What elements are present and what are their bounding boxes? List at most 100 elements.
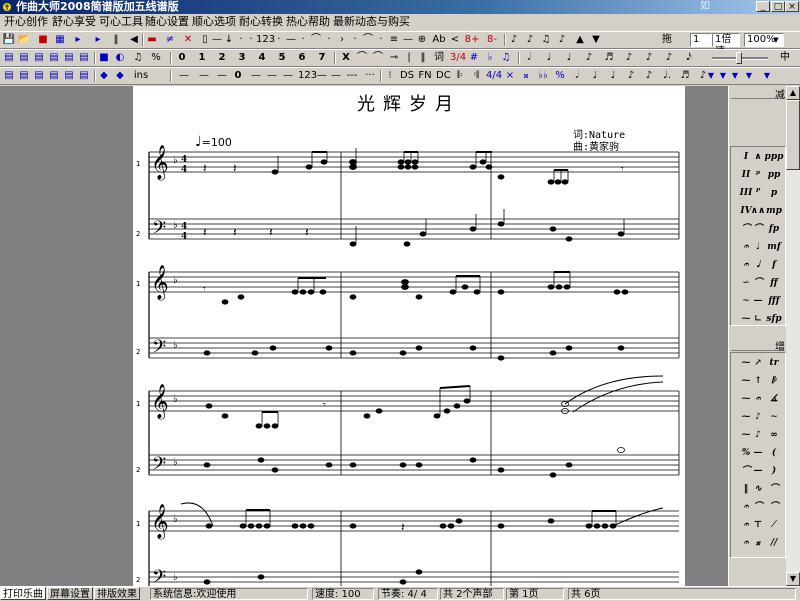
score-page[interactable]: 光辉岁月 词:Nature 曲:黄家驹 ♩=100 𝄞 𝄢 𝄞 𝄢 𝄞 𝄢 𝄞 … [133, 86, 685, 586]
rest-block-icon[interactable]: ■ [98, 51, 110, 65]
x-button[interactable]: X [340, 51, 352, 65]
key-ab-icon[interactable]: Ab [432, 33, 446, 47]
tab-print-score[interactable]: 打印乐曲 [0, 587, 46, 600]
speed-unit-field[interactable]: 1倍速 [712, 33, 740, 57]
menu-convert[interactable]: 耐心转换 [239, 14, 283, 30]
palette-header-increase[interactable]: 增 [731, 338, 785, 353]
palette-header-decrease[interactable]: 减 [731, 86, 785, 101]
menu-enjoy[interactable]: 舒心享受 [52, 14, 96, 30]
save-icon[interactable]: 💾 [2, 33, 16, 47]
note-icon-2[interactable]: ♪ [524, 33, 536, 47]
move-right-icon[interactable]: ◆ [114, 69, 126, 83]
dash-button-2[interactable]: — [198, 69, 210, 83]
palette-ppp[interactable]: ppp [761, 149, 787, 165]
sixteenth-note-button-b[interactable]: ♬ [678, 69, 692, 83]
thirtysecond-note-button[interactable]: 𝅘𝅥𝅯 [682, 51, 696, 65]
play-icon[interactable]: ▸ [72, 33, 84, 47]
percent-icon[interactable]: % [150, 51, 162, 65]
delete-icon[interactable]: ✕ [182, 33, 194, 47]
beam-note-icon[interactable]: ♫ [540, 33, 552, 47]
half-note-button-b[interactable]: 𝅗𝅥 [570, 69, 584, 83]
numbers-button[interactable]: 123 [298, 69, 317, 83]
slur-button[interactable]: ⌒ [372, 51, 384, 65]
volume-slider-thumb[interactable] [736, 52, 742, 64]
time-sig-button[interactable]: 3/4 [450, 51, 466, 65]
repeat-end-button[interactable]: 𝄇 [470, 69, 482, 83]
numbers-icon[interactable]: 123 [256, 33, 275, 47]
long-dash-icon[interactable]: — [402, 33, 414, 47]
note-icon-3[interactable]: ♪ [556, 33, 568, 47]
menu-create[interactable]: 开心创作 [4, 14, 48, 30]
beam-icon[interactable]: ♫ [132, 51, 144, 65]
pitch-down-icon[interactable]: ▼ [590, 33, 602, 47]
layout-icon-6[interactable]: ▤ [77, 51, 91, 65]
dots-button[interactable]: ··· [362, 69, 378, 83]
layout-icon-12[interactable]: ▤ [77, 69, 91, 83]
dot-icon-3[interactable]: · [274, 33, 284, 47]
layout-icon-11[interactable]: ▤ [62, 69, 76, 83]
palette-mp[interactable]: mp [761, 203, 787, 219]
palette-fff[interactable]: fff [761, 293, 787, 309]
dash-button-7[interactable]: — [316, 69, 328, 83]
layout-icon-7[interactable]: ▤ [2, 69, 16, 83]
minimize-button[interactable]: _ [756, 1, 770, 12]
rest-zero-button[interactable]: 0 [232, 69, 244, 83]
grace-button[interactable]: ⊸ [388, 51, 400, 65]
dot-icon-4[interactable]: · [298, 33, 308, 47]
pitch-up-icon[interactable]: ▲ [574, 33, 586, 47]
palette-b-2[interactable]: tr [761, 355, 787, 371]
move-left-icon[interactable]: ◆ [98, 69, 110, 83]
zoom-dropdown-icon[interactable]: ▼ [770, 33, 782, 47]
digit-0-button[interactable]: 0 [176, 51, 188, 65]
layout-icon-1[interactable]: ▤ [2, 51, 16, 65]
down-arrow-icon[interactable]: ↓ [224, 33, 234, 47]
double-sharp-button[interactable]: 𝄪 [520, 69, 532, 83]
menu-news-purchase[interactable]: 最新动态与购买 [333, 14, 410, 30]
quarter-note-button[interactable]: ♩ [542, 51, 556, 65]
quarter-note-button-c[interactable]: ♩ [606, 69, 620, 83]
octave-up-icon[interactable]: 8+ [464, 33, 480, 47]
eighth-note-button-2[interactable]: ♪ [622, 51, 636, 65]
pause-icon[interactable]: ‖ [110, 33, 122, 47]
scroll-thumb[interactable] [786, 100, 800, 170]
tab-layout-effect[interactable]: 排版效果 [94, 587, 140, 600]
quarter-note-button-b[interactable]: ♩ [588, 69, 602, 83]
open-icon[interactable]: 📂 [17, 33, 31, 47]
palette-b-20[interactable]: ) [761, 463, 787, 479]
layout-icon-2[interactable]: ▤ [17, 51, 31, 65]
fermata-icon[interactable]: ⌒ [362, 33, 374, 47]
dash-icon[interactable]: — [212, 33, 222, 47]
eighth-note-button-4[interactable]: ♪ [662, 51, 676, 65]
dc-button[interactable]: DC [436, 69, 451, 83]
digit-3-button[interactable]: 3 [236, 51, 248, 65]
dash-button-4[interactable]: — [250, 69, 262, 83]
lyrics-button[interactable]: 词 [432, 51, 446, 65]
layout-icon-4[interactable]: ▤ [47, 51, 61, 65]
palette-p[interactable]: p [761, 185, 787, 201]
palette-pp[interactable]: pp [761, 167, 787, 183]
quarter-note-button-2[interactable]: ♩ [562, 51, 576, 65]
layout-icon-3[interactable]: ▤ [32, 51, 46, 65]
palette-b-5[interactable]: 𝄆 [761, 373, 787, 389]
insert-button[interactable]: ins [132, 69, 150, 83]
flat-button[interactable]: ♭ [484, 51, 496, 65]
barline-button[interactable]: | [404, 51, 414, 65]
menu-settings[interactable]: 随心设置 [145, 14, 189, 30]
eighth-note-button-3[interactable]: ♪ [642, 51, 656, 65]
palette-sfp[interactable]: sfp [761, 311, 787, 327]
layout-icon-5[interactable]: ▤ [62, 51, 76, 65]
tab-screen-settings[interactable]: 屏幕设置 [47, 587, 93, 600]
box-icon[interactable]: ▯ [200, 33, 210, 47]
dash-button-1[interactable]: — [178, 69, 190, 83]
play-from-icon[interactable]: ▸ [92, 33, 104, 47]
dash-button-3[interactable]: — [216, 69, 228, 83]
layout-icon-10[interactable]: ▤ [47, 69, 61, 83]
stop-icon[interactable]: ■ [37, 33, 49, 47]
beam-button[interactable]: ♫ [500, 51, 512, 65]
menu-options[interactable]: 顺心选项 [192, 14, 236, 30]
dropdown-arrow-icon-4[interactable]: ▼ [744, 69, 754, 83]
accent-icon[interactable]: › [336, 33, 348, 47]
palette-b-23[interactable]: ⌒ [761, 481, 787, 497]
palette-b-11[interactable]: ∼ [761, 409, 787, 425]
palette-b-26[interactable]: ⌒ [761, 499, 787, 515]
